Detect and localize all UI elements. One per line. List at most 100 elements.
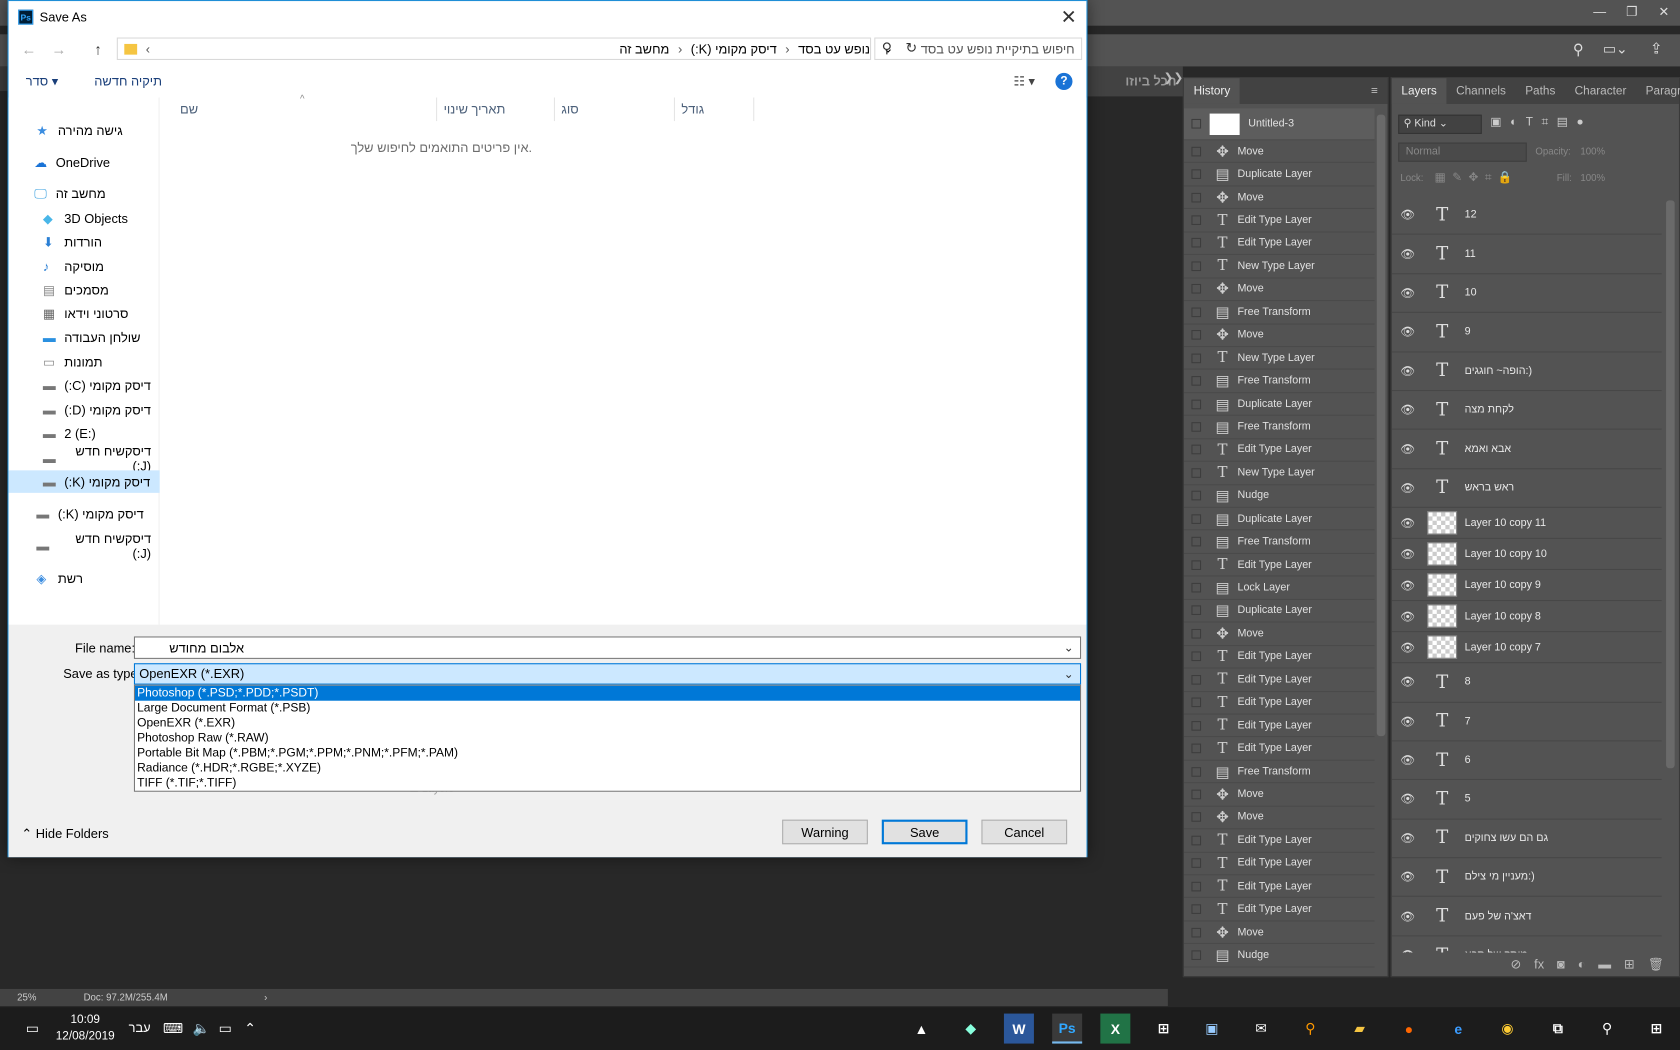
breadcrumb-folder[interactable]: נופש עט בסד: [798, 41, 870, 56]
history-checkbox[interactable]: [1184, 232, 1208, 254]
tab-layers[interactable]: Layers: [1391, 78, 1447, 104]
collapse-panels-icon[interactable]: ❯❯: [1164, 71, 1184, 92]
history-checkbox[interactable]: [1184, 898, 1208, 920]
history-item[interactable]: T Edit Type Layer: [1183, 669, 1375, 692]
history-item[interactable]: T New Type Layer: [1183, 347, 1375, 371]
layer-name[interactable]: Layer 10 copy 8: [1465, 610, 1541, 622]
history-checkbox[interactable]: [1184, 278, 1208, 300]
link-icon[interactable]: ⊘: [1510, 957, 1521, 972]
layer-name[interactable]: 9: [1465, 326, 1471, 338]
view-options-icon[interactable]: ☷ ▾: [1013, 74, 1035, 89]
cortana-search-icon[interactable]: ⚲: [1592, 1014, 1622, 1044]
nav-item[interactable]: ▦ סרטוני וידאו: [9, 302, 160, 325]
layer-row[interactable]: 👁 T דאצ'ה של פעם: [1391, 897, 1662, 937]
breadcrumb-this-pc[interactable]: מחשב זה: [619, 41, 669, 56]
savetype-option[interactable]: OpenEXR (*.EXR): [135, 716, 1080, 731]
adjustment-icon[interactable]: ◐: [1578, 957, 1586, 972]
savetype-option[interactable]: Portable Bit Map (*.PBM;*.PGM;*.PPM;*.PN…: [135, 746, 1080, 761]
eye-icon[interactable]: 👁: [1392, 909, 1424, 923]
nav-item[interactable]: ◆ 3D Objects: [9, 207, 160, 230]
history-item[interactable]: ✥ Move: [1183, 623, 1375, 646]
nav-item[interactable]: ▬ דיסקשיח חדש (J:): [9, 531, 160, 561]
kind-filter[interactable]: ⚲ Kind ⌄: [1398, 114, 1482, 134]
history-checkbox[interactable]: [1184, 577, 1208, 599]
layer-name[interactable]: דאצ'ה של פעם: [1465, 910, 1532, 922]
eye-icon[interactable]: 👁: [1392, 578, 1424, 592]
history-item[interactable]: T Edit Type Layer: [1183, 439, 1375, 462]
history-checkbox[interactable]: [1184, 186, 1208, 208]
nav-item[interactable]: ▬ דיסק מקומי (C:): [9, 374, 160, 397]
history-item[interactable]: T Edit Type Layer: [1183, 898, 1375, 922]
history-item[interactable]: ▤ Duplicate Layer: [1183, 508, 1375, 531]
layer-row[interactable]: 👁 Layer 10 copy 10: [1391, 539, 1662, 571]
history-checkbox[interactable]: [1184, 738, 1208, 760]
tab-paragraph[interactable]: Paragrapl: [1636, 78, 1680, 104]
chevron-down-icon[interactable]: ⌄: [1064, 668, 1074, 682]
history-item[interactable]: T Edit Type Layer: [1183, 852, 1375, 876]
layer-row[interactable]: 👁 T 6: [1391, 741, 1662, 781]
history-item[interactable]: ▤ Free Transform: [1183, 370, 1375, 394]
savetype-option[interactable]: TIFF (*.TIF;*.TIFF): [135, 776, 1080, 791]
eye-icon[interactable]: 👁: [1392, 403, 1424, 417]
eye-icon[interactable]: 👁: [1392, 286, 1424, 300]
tab-character[interactable]: Character: [1565, 78, 1636, 104]
history-item[interactable]: ✥ Move: [1183, 783, 1375, 807]
history-checkbox[interactable]: [1184, 783, 1208, 805]
excel-app-icon[interactable]: X: [1100, 1013, 1131, 1044]
word-app-icon[interactable]: W: [1003, 1013, 1034, 1044]
layer-name[interactable]: (:מעניין מי צילם: [1465, 871, 1535, 883]
eye-icon[interactable]: 👁: [1392, 481, 1424, 495]
layer-row[interactable]: 👁 T לקחת מצה: [1391, 391, 1662, 431]
history-checkbox[interactable]: [1184, 393, 1208, 415]
history-checkbox[interactable]: [1184, 554, 1208, 576]
history-item[interactable]: ▤ Free Transform: [1183, 301, 1375, 325]
warning-button[interactable]: Warning: [782, 819, 868, 845]
eye-icon[interactable]: 👁: [1392, 714, 1424, 728]
column-size[interactable]: גודל: [675, 97, 755, 122]
layer-row[interactable]: 👁 T גם הם עשו צחוקים: [1391, 819, 1662, 859]
history-checkbox[interactable]: [1184, 646, 1208, 668]
panel-menu-icon[interactable]: ≡: [1361, 78, 1387, 104]
share-icon[interactable]: ⇪: [1650, 40, 1663, 58]
history-item[interactable]: T New Type Layer: [1183, 255, 1375, 279]
layer-row[interactable]: 👁Tמותק של סבא: [1392, 936, 1662, 953]
column-name[interactable]: שם: [161, 97, 438, 122]
breadcrumb-chevron-icon[interactable]: ‹: [146, 41, 150, 56]
eye-icon[interactable]: 👁: [1392, 675, 1424, 689]
layer-row[interactable]: 👁 Layer 10 copy 11: [1391, 508, 1662, 540]
nav-item[interactable]: ▬ 2 (E:): [9, 422, 160, 445]
history-item[interactable]: ✥ Move: [1183, 186, 1375, 210]
history-checkbox[interactable]: [1184, 508, 1208, 530]
nav-item[interactable]: ☁ OneDrive: [9, 151, 160, 174]
layer-name[interactable]: אבא ואמא: [1465, 443, 1511, 455]
eye-icon[interactable]: 👁: [1392, 609, 1424, 623]
filename-field[interactable]: אלבום מחודש ⌄: [133, 636, 1082, 659]
history-checkbox[interactable]: [1184, 761, 1208, 783]
history-item[interactable]: T New Type Layer: [1183, 462, 1375, 485]
layer-name[interactable]: 10: [1465, 287, 1477, 299]
firefox-app-icon[interactable]: ●: [1394, 1014, 1424, 1044]
photos-app-icon[interactable]: ▲: [906, 1014, 936, 1044]
layer-row[interactable]: 👁 T 7: [1391, 702, 1662, 742]
search-app-icon[interactable]: ⚲: [1295, 1014, 1325, 1044]
history-checkbox[interactable]: [1184, 715, 1208, 737]
nav-item[interactable]: 🖵 מחשב זה: [9, 182, 160, 205]
layers-scrollbar[interactable]: [1666, 200, 1675, 769]
nav-item[interactable]: ▬ דיסק מקומי (K:): [9, 503, 160, 526]
file-list[interactable]: שם תאריך שינוי סוג גודל ^ .אין פריטים הת…: [160, 93, 1087, 625]
eye-icon[interactable]: 👁: [1392, 325, 1424, 339]
history-item[interactable]: ▤ Free Transform: [1183, 761, 1375, 784]
explorer-app-icon[interactable]: ▰: [1345, 1014, 1375, 1044]
snapshot-checkbox[interactable]: [1184, 108, 1208, 139]
savetype-select[interactable]: OpenEXR (*.EXR) ⌄: [133, 663, 1082, 685]
up-icon[interactable]: ↑: [94, 41, 102, 58]
history-checkbox[interactable]: [1184, 462, 1208, 484]
layer-name[interactable]: Layer 10 copy 10: [1465, 548, 1547, 560]
history-checkbox[interactable]: [1184, 806, 1208, 828]
keyboard-icon[interactable]: ⌨: [163, 1020, 183, 1037]
back-icon[interactable]: ←: [21, 41, 36, 58]
workspace-icon[interactable]: ▭⌄: [1603, 41, 1628, 58]
history-checkbox[interactable]: [1184, 531, 1208, 553]
minimize-button[interactable]: —: [1584, 0, 1616, 24]
eye-icon[interactable]: 👁: [1392, 208, 1424, 222]
